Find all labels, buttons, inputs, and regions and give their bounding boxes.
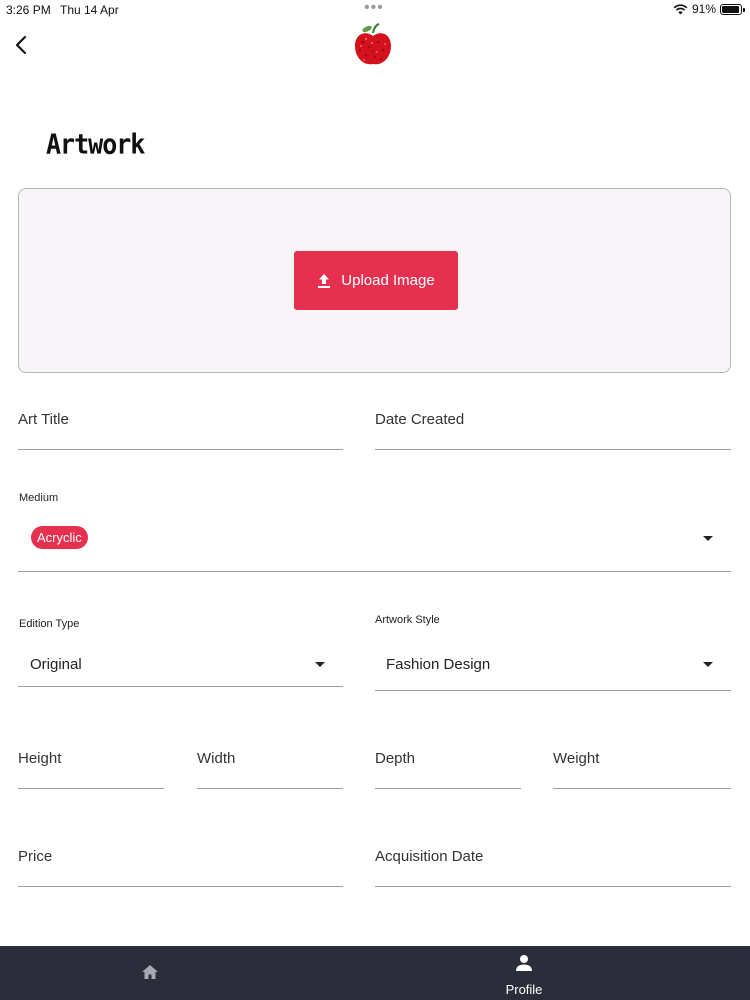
- nav-profile-label: Profile: [505, 982, 543, 997]
- artwork-style-dropdown-arrow-icon: [703, 662, 713, 667]
- medium-dropdown-arrow-icon: [703, 536, 713, 541]
- width-label: Width: [197, 750, 236, 767]
- depth-field[interactable]: Depth: [375, 740, 521, 789]
- back-button[interactable]: [10, 32, 32, 58]
- chevron-left-icon: [15, 35, 27, 55]
- battery-icon: [720, 3, 745, 15]
- status-right: 91%: [673, 2, 745, 16]
- medium-chip[interactable]: Acryclic: [31, 526, 88, 549]
- bottom-navigation: Profile: [0, 946, 750, 1000]
- status-date: Thu 14 Apr: [60, 3, 119, 17]
- acquisition-date-label: Acquisition Date: [375, 848, 484, 865]
- image-upload-area[interactable]: Upload Image: [18, 188, 731, 373]
- nav-profile-button[interactable]: Profile: [490, 952, 558, 998]
- depth-label: Depth: [375, 750, 416, 767]
- multitasking-dots[interactable]: •••: [364, 0, 384, 16]
- medium-select[interactable]: Acryclic: [18, 512, 731, 572]
- date-created-field[interactable]: Date Created: [375, 400, 731, 450]
- width-field[interactable]: Width: [197, 740, 343, 789]
- edition-type-value: Original: [30, 656, 82, 673]
- weight-label: Weight: [553, 750, 600, 767]
- edition-type-dropdown-arrow-icon: [315, 662, 325, 667]
- height-label: Height: [18, 750, 62, 767]
- person-icon: [516, 955, 532, 971]
- status-time: 3:26 PM: [6, 3, 51, 17]
- price-field[interactable]: Price: [18, 838, 343, 887]
- art-title-label: Art Title: [18, 411, 69, 428]
- medium-label: Medium: [19, 492, 59, 504]
- height-field[interactable]: Height: [18, 740, 164, 789]
- artwork-style-select[interactable]: Fashion Design: [375, 640, 731, 691]
- upload-image-label: Upload Image: [341, 272, 435, 289]
- artwork-style-label: Artwork Style: [375, 614, 440, 626]
- status-bar: 3:26 PM Thu 14 Apr ••• 91%: [0, 0, 750, 20]
- battery-percent: 91%: [691, 2, 716, 16]
- upload-icon: [318, 273, 331, 288]
- upload-image-button[interactable]: Upload Image: [294, 251, 458, 310]
- art-title-field[interactable]: Art Title: [18, 400, 343, 450]
- home-icon: [142, 965, 158, 979]
- apple-logo: [352, 22, 394, 68]
- edition-type-label: Edition Type: [19, 618, 80, 630]
- weight-field[interactable]: Weight: [553, 740, 731, 789]
- date-created-label: Date Created: [375, 411, 465, 428]
- edition-type-select[interactable]: Original: [18, 640, 343, 687]
- wifi-icon: [673, 3, 688, 14]
- page-title: Artwork: [46, 128, 145, 160]
- acquisition-date-field[interactable]: Acquisition Date: [375, 838, 731, 887]
- artwork-style-value: Fashion Design: [386, 656, 491, 673]
- nav-home-button[interactable]: [130, 952, 170, 992]
- price-label: Price: [18, 848, 53, 865]
